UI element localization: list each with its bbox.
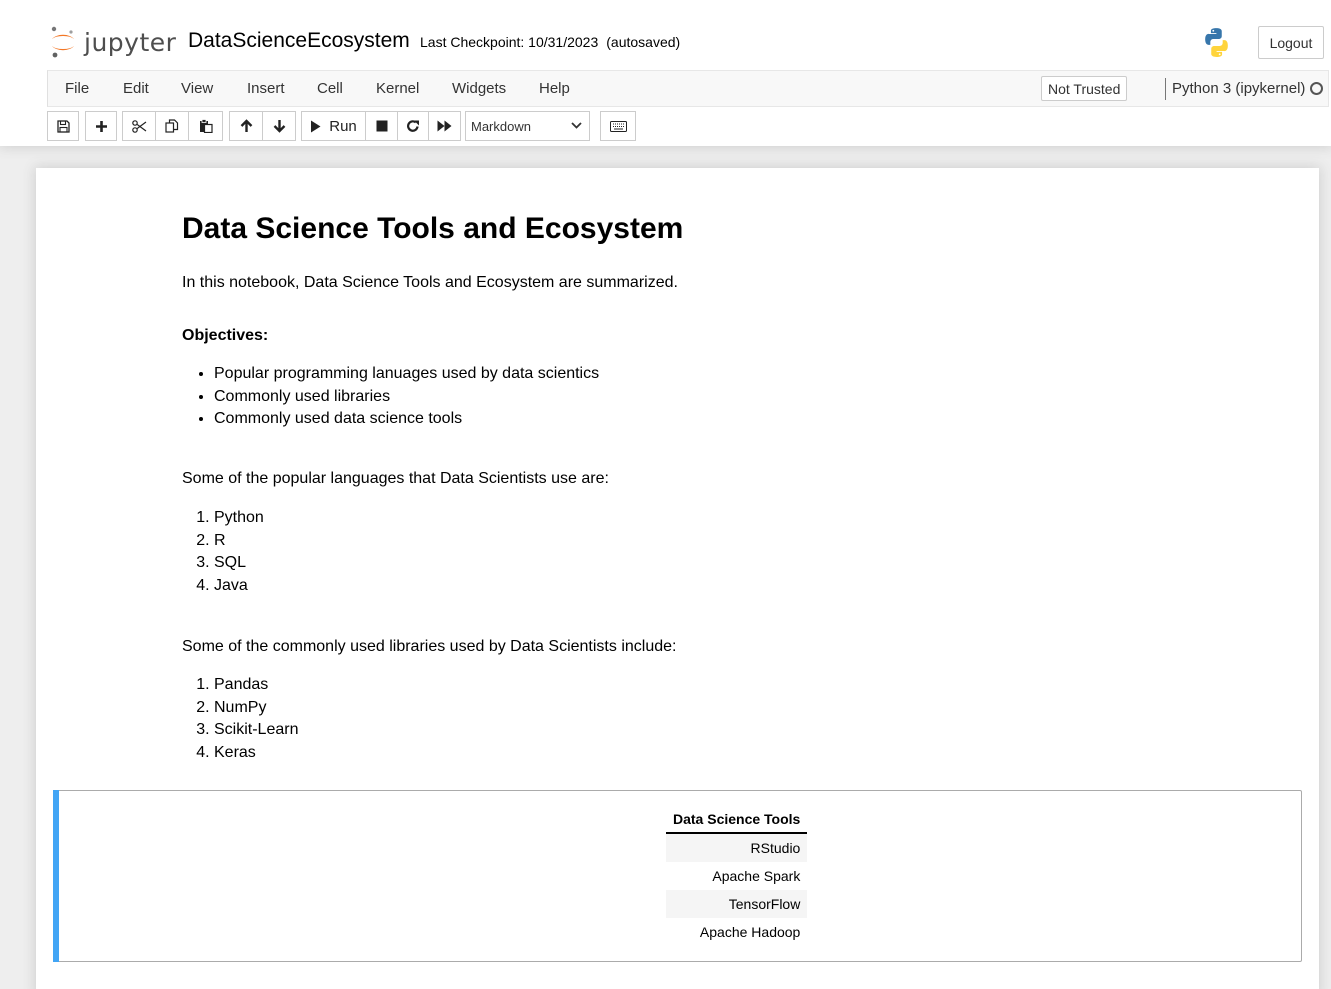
- table-row: Apache Hadoop: [666, 918, 807, 946]
- table-cell: Apache Hadoop: [699, 924, 801, 940]
- paste-button[interactable]: [188, 111, 223, 141]
- save-button[interactable]: [47, 111, 79, 141]
- menu-insert[interactable]: Insert: [247, 80, 285, 97]
- cell-type-value: Markdown: [471, 118, 531, 134]
- objectives-list: Popular programming lanuages used by dat…: [214, 363, 599, 431]
- stop-icon: [376, 120, 387, 132]
- menubar: File Edit View Insert Cell Kernel Widget…: [47, 70, 1329, 107]
- selected-markdown-cell[interactable]: Data Science Tools RStudio Apache Spark …: [53, 790, 1302, 962]
- python-logo-icon: [1200, 26, 1233, 64]
- copy-icon: [165, 119, 179, 133]
- notebook-container: Data Science Tools and Ecosystem In this…: [36, 168, 1319, 989]
- top-row: jupyter DataScienceEcosystem Last Checkp…: [0, 0, 1331, 71]
- arrow-down-icon: [273, 120, 285, 133]
- header: jupyter DataScienceEcosystem Last Checkp…: [0, 0, 1331, 146]
- logout-button[interactable]: Logout: [1258, 26, 1324, 59]
- list-item: Commonly used data science tools: [214, 408, 599, 431]
- table-cell: Apache Spark: [712, 868, 801, 884]
- selected-cell-indicator: [53, 790, 59, 962]
- list-item: R: [214, 530, 264, 553]
- toolbar: Run Markdown: [0, 111, 1331, 141]
- command-palette-button[interactable]: [600, 111, 636, 141]
- restart-kernel-button[interactable]: [397, 111, 429, 141]
- menu-edit[interactable]: Edit: [123, 80, 149, 97]
- kernel-idle-indicator-icon: [1310, 82, 1323, 95]
- arrow-up-icon: [240, 119, 252, 132]
- table-row: TensorFlow: [666, 890, 808, 918]
- list-item: Python: [214, 507, 264, 530]
- table-cell: RStudio: [666, 833, 808, 862]
- logo-text: jupyter: [84, 27, 177, 57]
- fast-forward-icon: [437, 120, 452, 132]
- jupyter-logo[interactable]: jupyter: [50, 26, 176, 58]
- last-checkpoint: Last Checkpoint: 10/31/2023: [420, 34, 599, 50]
- copy-button[interactable]: [155, 111, 189, 141]
- intro-paragraph: In this notebook, Data Science Tools and…: [182, 274, 678, 291]
- list-item: Java: [214, 575, 264, 598]
- move-down-button[interactable]: [262, 111, 296, 141]
- menu-widgets[interactable]: Widgets: [452, 80, 506, 97]
- kernel-name[interactable]: Python 3 (ipykernel): [1165, 78, 1305, 100]
- menu-cell[interactable]: Cell: [317, 80, 343, 97]
- autosave-status: (autosaved): [606, 34, 681, 50]
- cut-button[interactable]: [122, 111, 156, 141]
- libraries-intro: Some of the commonly used libraries used…: [182, 638, 677, 655]
- list-item: SQL: [214, 552, 264, 575]
- run-button[interactable]: Run: [301, 111, 366, 141]
- menu-file[interactable]: File: [65, 80, 89, 97]
- menu-help[interactable]: Help: [539, 80, 570, 97]
- insert-cell-button[interactable]: [85, 111, 117, 141]
- chevron-down-icon: [571, 122, 582, 129]
- restart-run-all-button[interactable]: [428, 111, 461, 141]
- table-row: Apache Spark: [666, 862, 807, 890]
- tools-table: Data Science Tools RStudio Apache Spark …: [666, 805, 808, 946]
- paste-icon: [199, 119, 213, 133]
- list-item: Popular programming lanuages used by dat…: [214, 363, 599, 386]
- checkpoint-status: Last Checkpoint: 10/31/2023 (autosaved): [420, 34, 680, 50]
- libraries-list: Pandas NumPy Scikit-Learn Keras: [214, 674, 298, 764]
- jupyter-logo-icon: [51, 26, 74, 58]
- menu-view[interactable]: View: [181, 80, 213, 97]
- play-icon: [311, 120, 321, 132]
- languages-intro: Some of the popular languages that Data …: [182, 470, 609, 487]
- restart-icon: [407, 120, 419, 132]
- list-item: Keras: [214, 742, 298, 765]
- list-item: Pandas: [214, 674, 298, 697]
- interrupt-kernel-button[interactable]: [365, 111, 398, 141]
- cell-type-select[interactable]: Markdown: [465, 111, 590, 141]
- trust-indicator-button[interactable]: Not Trusted: [1041, 76, 1128, 101]
- keyboard-icon: [609, 120, 627, 132]
- list-item: Commonly used libraries: [214, 386, 599, 409]
- table-header: Data Science Tools: [666, 805, 808, 834]
- plus-icon: [95, 120, 107, 132]
- notebook-heading: Data Science Tools and Ecosystem: [182, 212, 684, 245]
- languages-list: Python R SQL Java: [214, 507, 264, 597]
- notebook-name[interactable]: DataScienceEcosystem: [188, 29, 410, 53]
- table-row: RStudio: [666, 833, 808, 862]
- move-up-button[interactable]: [229, 111, 263, 141]
- scissors-icon: [131, 119, 146, 133]
- objectives-heading: Objectives:: [182, 327, 269, 344]
- run-label: Run: [329, 117, 357, 135]
- menu-kernel[interactable]: Kernel: [376, 80, 419, 97]
- list-item: Scikit-Learn: [214, 719, 298, 742]
- save-icon: [56, 119, 70, 133]
- table-cell: TensorFlow: [666, 890, 808, 918]
- list-item: NumPy: [214, 697, 298, 720]
